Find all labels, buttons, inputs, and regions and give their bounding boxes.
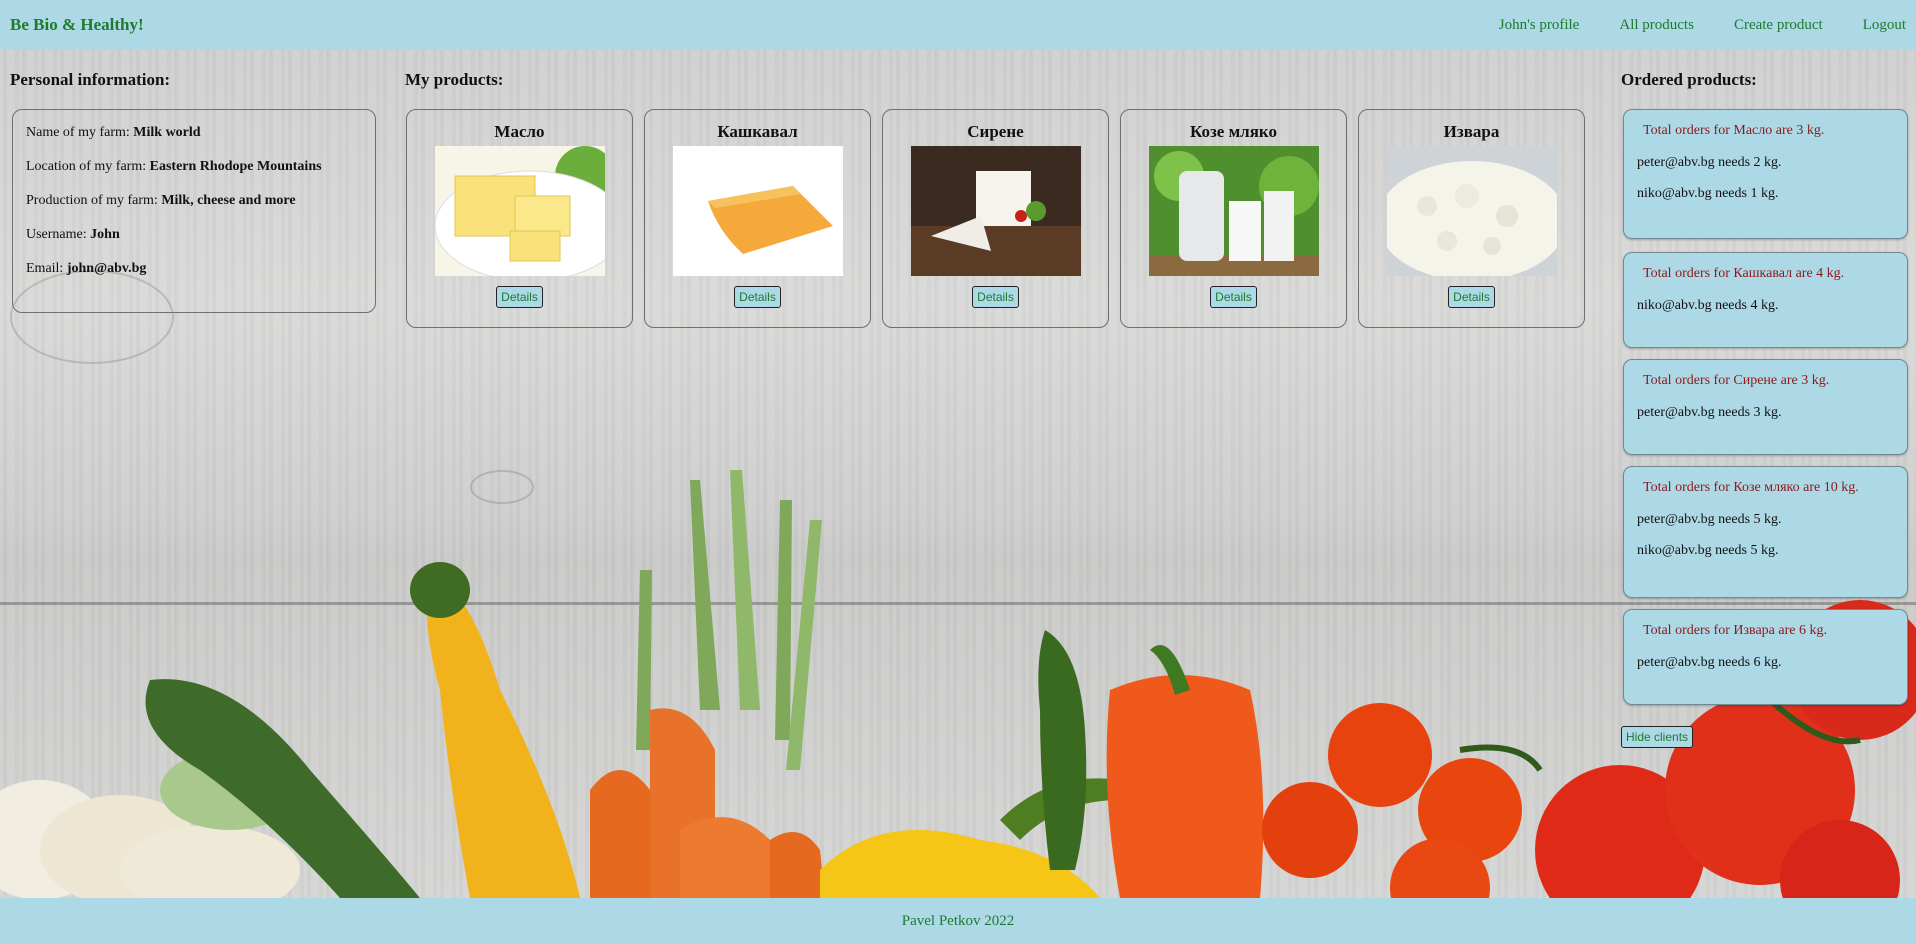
details-button[interactable]: Details bbox=[734, 286, 781, 308]
order-summary-card: Total orders for Извара are 6 kg. peter@… bbox=[1623, 609, 1908, 705]
order-summary-card: Total orders for Масло are 3 kg. peter@a… bbox=[1623, 109, 1908, 239]
product-card: Масло Details bbox=[406, 109, 633, 328]
yellow-cheese-image bbox=[672, 146, 843, 276]
client-order-line: niko@abv.bg needs 4 kg. bbox=[1637, 298, 1779, 313]
farm-production-row: Production of my farm: Milk, cheese and … bbox=[26, 191, 362, 210]
order-summary-card: Total orders for Кашкавал are 4 kg. niko… bbox=[1623, 252, 1908, 348]
details-button[interactable]: Details bbox=[1448, 286, 1495, 308]
client-order-line: peter@abv.bg needs 2 kg. bbox=[1637, 155, 1782, 170]
nav-all-products-link[interactable]: All products bbox=[1619, 17, 1694, 34]
email-row: Email: john@abv.bg bbox=[26, 259, 362, 278]
details-button[interactable]: Details bbox=[496, 286, 543, 308]
personal-info-heading: Personal information: bbox=[10, 70, 171, 89]
nav-profile-link[interactable]: John's profile bbox=[1499, 17, 1580, 34]
product-card: Козе мляко Details bbox=[1120, 109, 1347, 328]
cottage-cheese-image bbox=[1386, 146, 1557, 276]
hide-clients-button[interactable]: Hide clients bbox=[1621, 726, 1694, 748]
order-summary-card: Total orders for Сирене are 3 kg. peter@… bbox=[1623, 359, 1908, 455]
personal-info-card: Name of my farm: Milk world Location of … bbox=[12, 109, 376, 313]
username-value: John bbox=[90, 227, 120, 242]
butter-image bbox=[434, 146, 605, 276]
farm-location-row: Location of my farm: Eastern Rhodope Mou… bbox=[26, 157, 362, 176]
product-card: Сирене Details bbox=[882, 109, 1109, 328]
order-total: Total orders for Сирене are 3 kg. bbox=[1643, 373, 1830, 388]
white-cheese-image bbox=[910, 146, 1081, 276]
goat-milk-image bbox=[1148, 146, 1319, 276]
product-name: Извара bbox=[1443, 122, 1500, 141]
client-order-line: peter@abv.bg needs 3 kg. bbox=[1637, 405, 1782, 420]
email-label: Email: bbox=[26, 261, 67, 276]
brand-link[interactable]: Be Bio & Healthy! bbox=[10, 15, 144, 35]
product-card: Кашкавал Details bbox=[644, 109, 871, 328]
client-order-line: peter@abv.bg needs 5 kg. bbox=[1637, 512, 1782, 527]
client-order-line: peter@abv.bg needs 6 kg. bbox=[1637, 655, 1782, 670]
client-order-line: niko@abv.bg needs 1 kg. bbox=[1637, 186, 1779, 201]
email-value: john@abv.bg bbox=[66, 261, 147, 276]
details-button[interactable]: Details bbox=[972, 286, 1019, 308]
product-name: Сирене bbox=[967, 122, 1024, 141]
order-total: Total orders for Извара are 6 kg. bbox=[1643, 623, 1827, 638]
order-total: Total orders for Козе мляко are 10 kg. bbox=[1643, 480, 1859, 495]
my-products-heading: My products: bbox=[405, 70, 504, 89]
nav-logout-link[interactable]: Logout bbox=[1863, 17, 1906, 34]
ordered-products-heading: Ordered products: bbox=[1621, 70, 1757, 89]
farm-name-row: Name of my farm: Milk world bbox=[26, 123, 362, 142]
farm-location-value: Eastern Rhodope Mountains bbox=[149, 159, 322, 174]
product-name: Козе мляко bbox=[1190, 122, 1277, 141]
footer: Pavel Petkov 2022 bbox=[0, 898, 1916, 944]
farm-production-value: Milk, cheese and more bbox=[161, 193, 296, 208]
nav-links: John's profile All products Create produ… bbox=[1499, 17, 1906, 34]
order-summary-card: Total orders for Козе мляко are 10 kg. p… bbox=[1623, 466, 1908, 598]
product-name: Масло bbox=[494, 122, 545, 141]
product-card: Извара Details bbox=[1358, 109, 1585, 328]
footer-text: Pavel Petkov 2022 bbox=[901, 912, 1015, 929]
farm-location-label: Location of my farm: bbox=[26, 159, 150, 174]
order-total: Total orders for Кашкавал are 4 kg. bbox=[1643, 266, 1845, 281]
farm-name-label: Name of my farm: bbox=[26, 125, 134, 140]
product-name: Кашкавал bbox=[717, 122, 798, 141]
username-label: Username: bbox=[26, 227, 91, 242]
details-button[interactable]: Details bbox=[1210, 286, 1257, 308]
client-order-line: niko@abv.bg needs 5 kg. bbox=[1637, 543, 1779, 558]
username-row: Username: John bbox=[26, 225, 362, 244]
farm-production-label: Production of my farm: bbox=[26, 193, 162, 208]
navbar: Be Bio & Healthy! John's profile All pro… bbox=[0, 0, 1916, 50]
nav-create-product-link[interactable]: Create product bbox=[1734, 17, 1823, 34]
farm-name-value: Milk world bbox=[133, 125, 201, 140]
order-total: Total orders for Масло are 3 kg. bbox=[1643, 123, 1825, 138]
